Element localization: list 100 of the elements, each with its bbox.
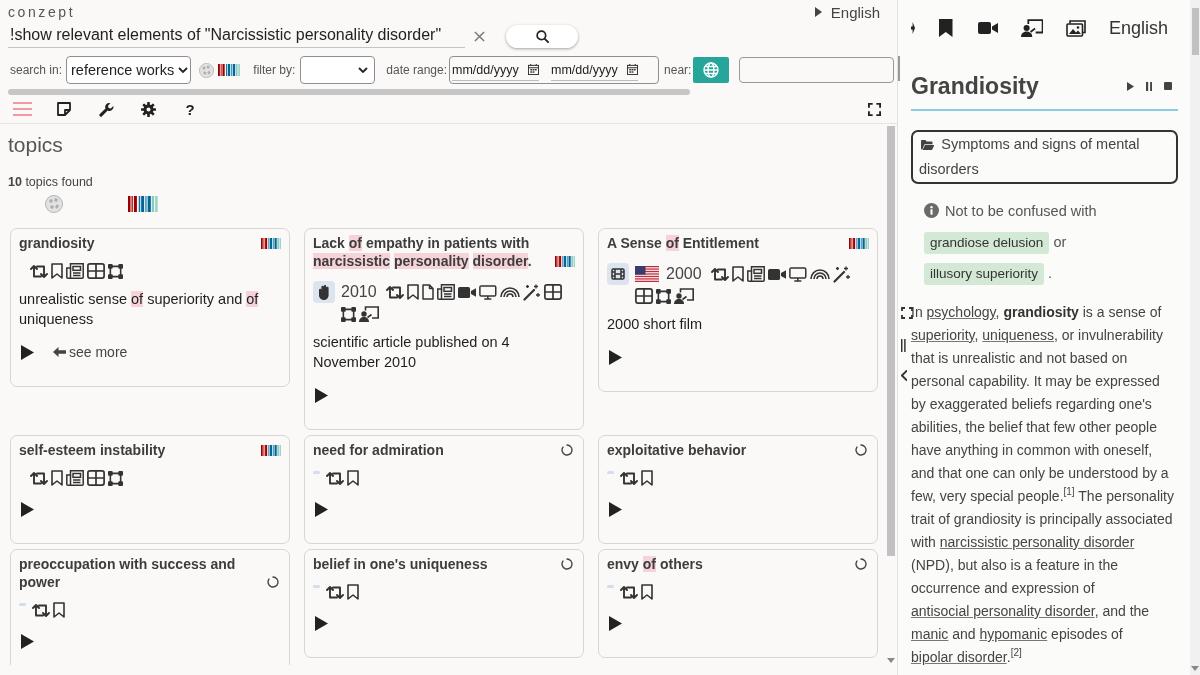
article-link[interactable]: hypomanic	[979, 626, 1048, 642]
vector-square-icon[interactable]	[656, 288, 671, 304]
scrollbar-thumb[interactable]	[1191, 8, 1199, 55]
pause-icon[interactable]	[1145, 81, 1152, 91]
wrench-icon[interactable]	[98, 101, 114, 117]
bookmark-icon[interactable]	[406, 284, 419, 300]
filter-dropdown[interactable]	[300, 56, 376, 84]
date-field[interactable]: mm/dd/yyyy	[452, 59, 540, 81]
drag-handle-icon[interactable]	[901, 339, 906, 352]
source-dropdown[interactable]: reference works	[66, 56, 192, 84]
video-camera-icon[interactable]	[457, 285, 477, 299]
barcode-icon[interactable]	[128, 196, 158, 212]
rainbow-icon[interactable]	[499, 287, 520, 297]
article-link[interactable]: manic	[911, 626, 949, 642]
play-icon[interactable]	[609, 349, 622, 365]
grid-icon[interactable]	[87, 470, 105, 486]
article-link[interactable]: superiority	[911, 327, 975, 343]
presentation-icon[interactable]	[674, 288, 694, 304]
barcode-icon[interactable]	[848, 238, 869, 249]
bookmark-icon[interactable]	[641, 584, 653, 600]
play-icon[interactable]	[609, 501, 622, 517]
close-icon[interactable]	[474, 30, 485, 42]
search-button[interactable]	[506, 24, 578, 48]
repeat-icon[interactable]	[326, 471, 344, 485]
expand-icon[interactable]	[901, 307, 913, 319]
repeat-icon[interactable]	[710, 267, 729, 281]
monitor-icon[interactable]	[789, 266, 807, 282]
video-camera-icon[interactable]	[767, 267, 787, 281]
bookmark-icon[interactable]	[51, 470, 63, 486]
bookmark-icon[interactable]	[51, 263, 63, 279]
bookmark-icon[interactable]	[347, 470, 359, 486]
vector-square-icon[interactable]	[108, 263, 123, 279]
play-icon[interactable]	[315, 615, 328, 631]
newspaper-icon[interactable]	[746, 266, 765, 282]
barcode-icon[interactable]	[218, 64, 241, 76]
vector-square-icon[interactable]	[341, 306, 356, 322]
location-button[interactable]	[693, 57, 730, 83]
newspaper-icon[interactable]	[66, 263, 84, 279]
repeat-icon[interactable]	[30, 264, 48, 278]
bookmark-icon[interactable]	[939, 19, 953, 37]
chevron-left-icon[interactable]	[901, 370, 908, 381]
location-field[interactable]	[739, 57, 894, 83]
repeat-icon[interactable]	[620, 471, 638, 485]
bookmark-icon[interactable]	[347, 584, 359, 600]
repeat-icon[interactable]	[385, 285, 404, 299]
see-more-link[interactable]: see more	[53, 344, 128, 360]
presentation-icon[interactable]	[1020, 19, 1043, 37]
play-icon[interactable]	[21, 344, 34, 360]
repeat-icon[interactable]	[30, 471, 48, 485]
play-icon[interactable]	[21, 633, 34, 649]
file-icon[interactable]	[421, 284, 434, 300]
splitter-handle[interactable]	[898, 56, 900, 81]
video-camera-icon[interactable]	[977, 21, 998, 35]
scroll-down-icon[interactable]	[1191, 666, 1199, 671]
repeat-icon[interactable]	[620, 585, 638, 599]
settings-icon[interactable]	[140, 101, 156, 117]
language-link[interactable]: English	[1109, 17, 1169, 39]
bookmark-icon[interactable]	[731, 266, 744, 282]
date-field[interactable]: mm/dd/yyyy	[551, 59, 639, 81]
repeat-icon[interactable]	[326, 585, 344, 599]
hand-tile-icon[interactable]	[313, 281, 335, 303]
sticky-note-icon[interactable]	[57, 102, 71, 116]
grid-icon[interactable]	[635, 288, 653, 304]
fullscreen-icon[interactable]	[868, 102, 881, 116]
newspaper-icon[interactable]	[66, 470, 84, 486]
magic-wand-icon[interactable]	[832, 265, 851, 283]
article-link[interactable]: antisocial personality disorder	[911, 603, 1095, 619]
newspaper-icon[interactable]	[436, 284, 455, 300]
barcode-icon[interactable]	[260, 445, 281, 456]
play-icon[interactable]	[1126, 81, 1134, 91]
article-link[interactable]: uniqueness	[982, 327, 1054, 343]
bookmark-icon[interactable]	[53, 602, 65, 618]
scroll-down-icon[interactable]	[887, 658, 895, 663]
help-button[interactable]: ?	[185, 100, 195, 118]
vector-square-icon[interactable]	[108, 470, 123, 486]
scrollbar-thumb[interactable]	[8, 89, 690, 95]
barcode-icon[interactable]	[554, 256, 575, 267]
play-icon[interactable]	[609, 615, 622, 631]
play-icon[interactable]	[315, 501, 328, 517]
search-field[interactable]: !show relevant elements of "Narcissistic personality disorder"	[8, 24, 465, 48]
repeat-icon[interactable]	[32, 603, 50, 617]
magic-wand-icon[interactable]	[522, 283, 541, 301]
rainbow-icon[interactable]	[809, 269, 830, 279]
barcode-icon[interactable]	[260, 238, 281, 249]
article-link[interactable]: narcissistic personality disorder	[939, 534, 1135, 550]
scrollbar-thumb[interactable]	[887, 126, 895, 556]
images-icon[interactable]	[1066, 19, 1086, 37]
category-link[interactable]: Symptoms and signs of mental disorders	[911, 130, 1178, 184]
film-tile-icon[interactable]	[607, 263, 629, 285]
language-button[interactable]: English	[814, 3, 880, 21]
presentation-icon[interactable]	[359, 306, 379, 322]
play-icon[interactable]	[21, 501, 34, 517]
play-icon[interactable]	[315, 387, 328, 403]
article-link[interactable]: psychology	[926, 304, 996, 320]
grid-icon[interactable]	[543, 284, 562, 300]
article-link[interactable]: bipolar disorder	[911, 649, 1007, 665]
related-topic-tag[interactable]: illusory superiority	[924, 263, 1045, 285]
grid-icon[interactable]	[87, 263, 105, 279]
bookmark-icon[interactable]	[641, 470, 653, 486]
monitor-icon[interactable]	[479, 284, 497, 300]
